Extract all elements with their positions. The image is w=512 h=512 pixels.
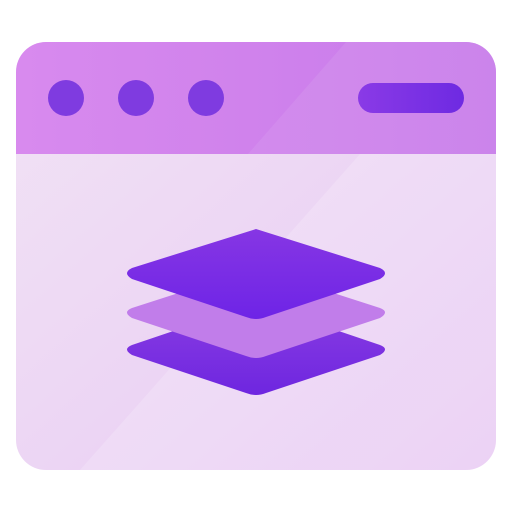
window-dot-3 bbox=[188, 80, 224, 116]
address-bar-pill bbox=[358, 83, 464, 113]
browser-layers-illustration bbox=[0, 0, 512, 512]
browser-window-icon bbox=[16, 42, 496, 470]
window-dot-2 bbox=[118, 80, 154, 116]
window-dot-1 bbox=[48, 80, 84, 116]
